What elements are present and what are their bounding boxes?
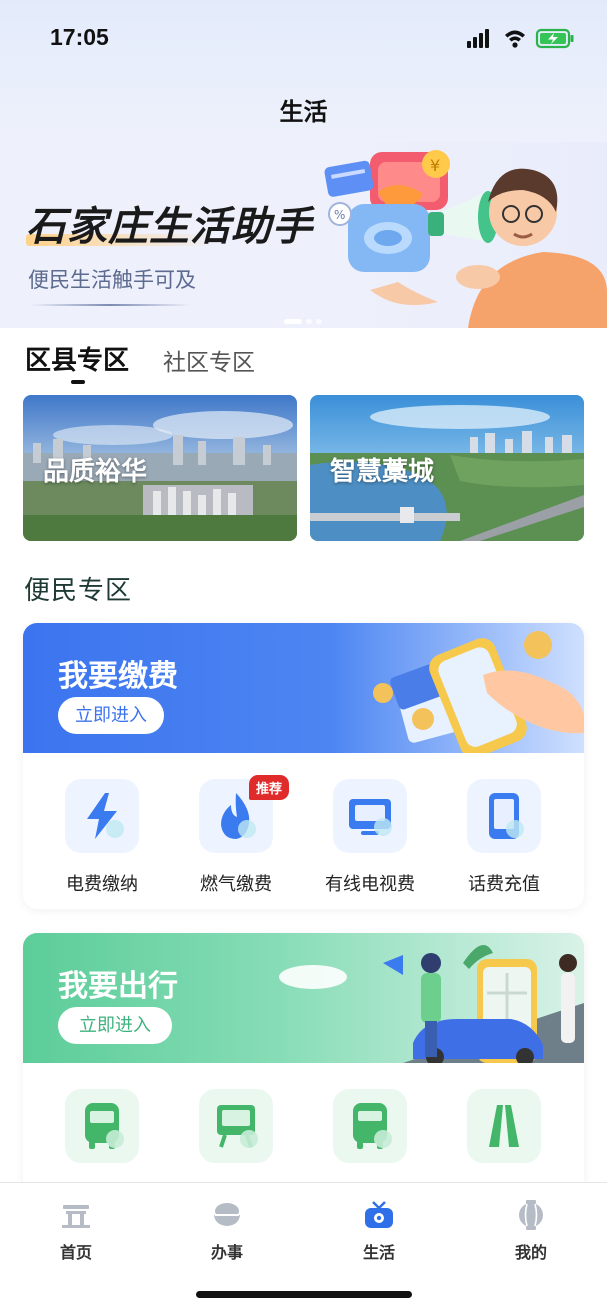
tab-indicator — [71, 380, 85, 384]
travel-card: 我要出行 立即进入 — [23, 933, 584, 1193]
service-label: 燃气缴费 — [200, 874, 272, 895]
home-indicator — [196, 1291, 412, 1298]
wifi-icon — [505, 30, 525, 48]
bus-card-icon — [199, 1089, 273, 1163]
section-title-convenience: 便民专区 — [24, 576, 133, 606]
payment-services: 电费缴纳 推荐 燃气缴费 有线电视费 话费充值 — [23, 753, 584, 909]
svg-text:%: % — [334, 208, 345, 222]
zone-tabs: 区县专区 社区专区 — [25, 340, 425, 390]
lantern-icon — [519, 1200, 543, 1230]
lightning-icon — [65, 779, 139, 853]
payment-card: 我要缴费 立即进入 电费缴纳 推荐 燃气缴费 有线电视费 话费充值 — [23, 623, 584, 909]
road-icon — [467, 1089, 541, 1163]
payment-illustration — [373, 631, 584, 753]
tabbar-label-active: 生活 — [362, 1243, 395, 1262]
district-card-gaocheng[interactable]: 智慧藁城 — [310, 395, 584, 541]
tabbar-label: 办事 — [210, 1243, 243, 1262]
banner-illustration: ¥ % — [324, 150, 607, 328]
service-bus[interactable] — [37, 1085, 167, 1193]
bus-icon — [65, 1089, 139, 1163]
service-electricity[interactable]: 电费缴纳 — [37, 775, 167, 905]
carousel-dots — [284, 309, 334, 324]
travel-enter-button[interactable]: 立即进入 — [58, 1007, 172, 1044]
district-card-label: 品质裕华 — [43, 457, 148, 487]
banner-divider — [30, 304, 190, 306]
recommend-badge: 推荐 — [249, 775, 290, 800]
carousel-dot — [316, 319, 322, 324]
tabbar-item-life[interactable]: 生活 — [329, 1195, 429, 1265]
service-label: 有线电视费 — [325, 874, 415, 895]
tabbar-item-mine[interactable]: 我的 — [481, 1195, 581, 1265]
banner-subtitle: 便民生活触手可及 — [28, 268, 196, 292]
carousel-dot-active — [284, 319, 302, 324]
service-road[interactable] — [439, 1085, 569, 1193]
travel-card-header[interactable]: 我要出行 立即进入 — [23, 933, 584, 1063]
tab-community-zone[interactable]: 社区专区 — [163, 343, 255, 377]
battery-icon — [535, 28, 574, 49]
phone-icon — [467, 779, 541, 853]
promo-banner[interactable]: 石家庄生活助手 便民生活触手可及 ¥ % — [0, 142, 607, 328]
district-card-yuhua[interactable]: 品质裕华 — [23, 395, 297, 541]
signal-icon — [467, 29, 489, 48]
tab-district-zone[interactable]: 区县专区 — [25, 340, 129, 377]
tv-icon — [333, 779, 407, 853]
service-bus-pay[interactable] — [305, 1085, 435, 1193]
tabbar-label: 首页 — [59, 1243, 92, 1262]
payment-card-header[interactable]: 我要缴费 立即进入 — [23, 623, 584, 753]
service-cable-tv[interactable]: 有线电视费 — [305, 775, 435, 905]
tabbar-item-services[interactable]: 办事 — [177, 1195, 277, 1265]
page-title: 生活 — [279, 98, 328, 126]
district-card-label: 智慧藁城 — [330, 457, 435, 487]
service-gas[interactable]: 推荐 燃气缴费 — [171, 775, 301, 905]
service-label: 电费缴纳 — [66, 874, 138, 895]
status-bar: 17:05 — [0, 0, 607, 76]
svg-text:¥: ¥ — [430, 156, 440, 175]
bus-pay-icon — [333, 1089, 407, 1163]
tv-antenna-icon — [365, 1201, 393, 1228]
payment-enter-button[interactable]: 立即进入 — [58, 697, 164, 734]
tabbar-label: 我的 — [514, 1243, 547, 1262]
banner-title: 石家庄生活助手 — [26, 204, 313, 250]
status-time: 17:05 — [50, 24, 109, 50]
service-label: 话费充值 — [468, 874, 540, 895]
travel-services — [23, 1063, 584, 1193]
service-phone-recharge[interactable]: 话费充值 — [439, 775, 569, 905]
travel-illustration — [279, 945, 584, 1063]
bowl-icon — [214, 1203, 240, 1226]
payment-card-title: 我要缴费 — [58, 659, 178, 694]
tabbar-item-home[interactable]: 首页 — [26, 1195, 126, 1265]
travel-card-title: 我要出行 — [58, 969, 178, 1004]
status-icons — [467, 28, 574, 49]
carousel-dot — [306, 319, 312, 324]
service-bus-card[interactable] — [171, 1085, 301, 1193]
gate-icon — [62, 1205, 90, 1228]
